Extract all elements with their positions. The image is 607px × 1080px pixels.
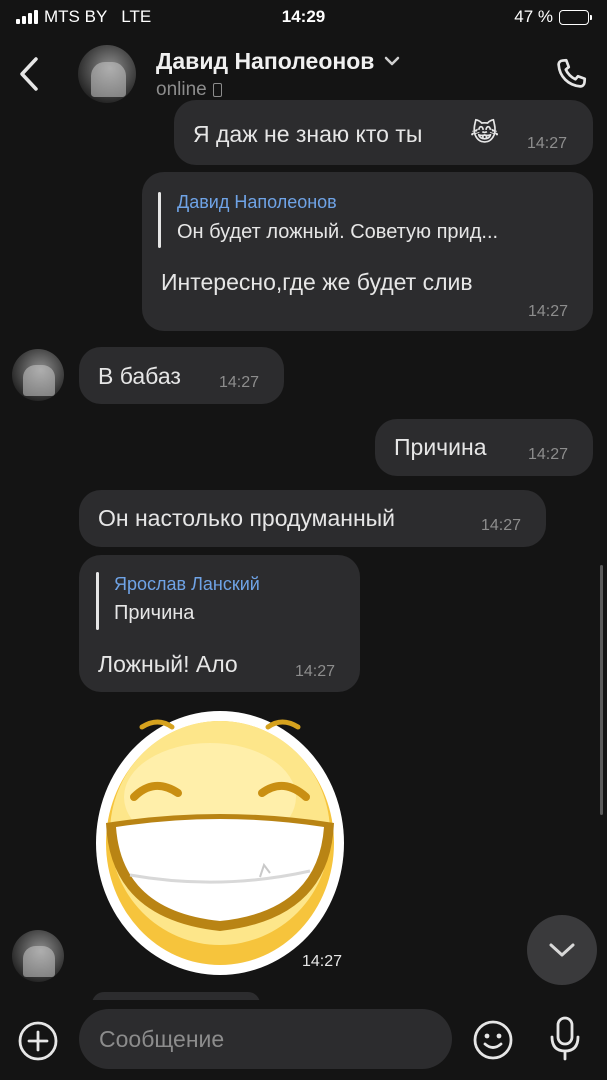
smiley-icon [473,1020,513,1060]
battery-icon [559,9,592,25]
chevron-left-icon [20,57,38,91]
message-text: Причина [394,434,487,460]
message-bubble[interactable]: Я даж не знаю кто ты 😹 14:27 [174,100,593,165]
emoji-crying-cat: 😹 [470,119,500,147]
message-time: 14:27 [295,663,336,680]
message-bubble[interactable]: Давид Наполеонов Он будет ложный. Совету… [142,172,593,331]
scroll-to-bottom-button[interactable] [527,915,597,985]
message-time: 14:27 [528,446,569,463]
message-text: Он настолько продуманный [98,505,396,531]
message-text: Я даж не знаю кто ты [193,121,423,147]
signal-icon [16,10,38,24]
network-label: LTE [121,7,152,26]
phone-icon [557,58,587,88]
attach-button[interactable] [17,1020,59,1062]
plus-circle-icon [18,1021,58,1061]
battery-percent: 47 % [514,7,553,26]
message-text: Ложный! Ало [98,651,238,677]
contact-status-row: online [156,79,535,101]
sender-avatar[interactable] [12,930,64,982]
message-bubble[interactable]: В бабаз 14:27 [79,347,284,404]
reply-quote-bar [158,192,161,248]
sender-avatar[interactable] [12,349,64,401]
status-left: MTS BY LTE [16,7,151,27]
chevron-down-icon [385,56,400,66]
message-composer [0,1000,607,1080]
sticker-time: 14:27 [290,948,354,976]
message-bubble[interactable]: Он настолько продуманный 14:27 [79,490,546,547]
sticker-grinning-face[interactable] [92,705,348,977]
reply-author[interactable]: Ярослав Ланский [114,575,260,593]
voice-message-button[interactable] [548,1015,582,1063]
mobile-device-icon [212,82,222,97]
reply-quote-bar [96,572,99,630]
emoji-button[interactable] [472,1019,514,1061]
message-text: Интересно,где же будет слив [161,269,473,295]
message-time: 14:27 [219,374,260,391]
reply-author[interactable]: Давид Наполеонов [177,193,337,211]
reply-preview[interactable]: Причина [114,603,194,623]
message-time: 14:27 [527,135,568,152]
message-text: В бабаз [98,363,181,389]
call-button[interactable] [535,44,607,104]
back-button[interactable] [0,44,58,104]
message-input[interactable] [79,1009,452,1069]
contact-name-row[interactable]: Давид Наполеонов [156,48,535,75]
microphone-icon [550,1016,580,1061]
contact-avatar[interactable] [78,45,136,103]
status-bar: MTS BY LTE 14:29 47 % [0,0,607,34]
message-time: 14:27 [481,517,522,534]
chevron-down-icon [549,943,575,957]
contact-name: Давид Наполеонов [156,47,375,74]
message-bubble[interactable]: Ярослав Ланский Причина Ложный! Ало 14:2… [79,555,360,692]
message-time: 14:27 [528,303,569,320]
contact-info[interactable]: Давид Наполеонов online [156,48,535,101]
reply-preview[interactable]: Он будет ложный. Советую прид... [177,222,498,242]
scrollbar[interactable] [600,565,603,815]
message-bubble[interactable]: Причина 14:27 [375,419,593,476]
status-right: 47 % [514,7,592,27]
carrier-label: MTS BY [44,7,108,26]
contact-status: online [156,78,207,100]
grinning-face-sticker-image [96,711,344,975]
